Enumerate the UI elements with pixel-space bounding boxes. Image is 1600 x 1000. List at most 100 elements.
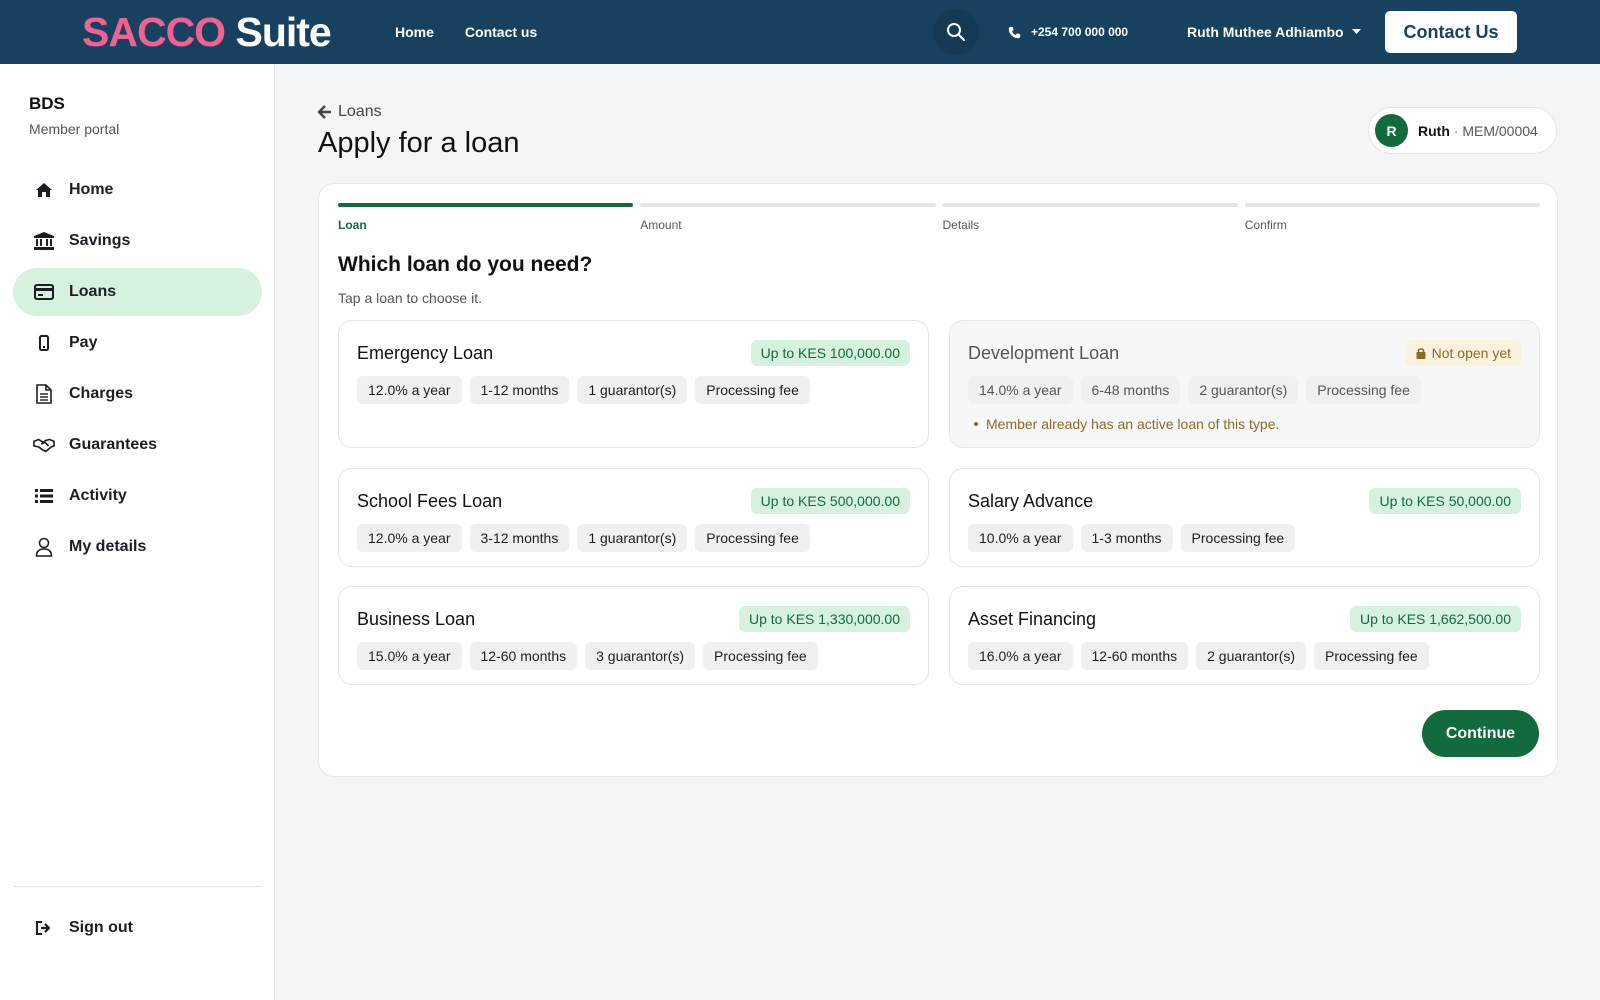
member-name: Ruth [1418, 122, 1450, 139]
arrow-left-icon [318, 105, 331, 119]
sidebar-item-loans[interactable]: Loans [13, 268, 262, 316]
list-icon [33, 485, 55, 507]
sidebar-item-charges[interactable]: Charges [13, 370, 262, 418]
loan-fee-tag: Processing fee [1314, 642, 1429, 670]
loan-guarantor-tag: 2 guarantor(s) [1196, 642, 1307, 670]
sidebar-item-sign-out[interactable]: Sign out [13, 904, 262, 952]
loan-limit-badge: Up to KES 1,662,500.00 [1350, 606, 1521, 632]
user-menu[interactable]: Ruth Muthee Adhiambo [1187, 0, 1361, 64]
section-hint: Tap a loan to choose it. [338, 290, 482, 306]
back-to-loans-link[interactable]: Loans [318, 103, 382, 121]
loan-option-asset-financing[interactable]: Asset Financing Up to KES 1,662,500.00 1… [949, 586, 1540, 685]
loan-option-emergency[interactable]: Emergency Loan Up to KES 100,000.00 12.0… [338, 320, 929, 448]
step-label: Details [942, 218, 980, 232]
top-nav: Home Contact us [395, 0, 537, 64]
back-link-label: Loans [338, 103, 382, 120]
loan-option-school-fees[interactable]: School Fees Loan Up to KES 500,000.00 12… [338, 468, 929, 567]
section-question: Which loan do you need? [338, 253, 593, 276]
loan-fee-tag: Processing fee [1306, 376, 1421, 404]
search-icon [947, 23, 965, 41]
loan-status-text: Not open yet [1431, 345, 1511, 361]
step-progress-bar [1244, 203, 1540, 207]
member-separator: · [1453, 122, 1459, 139]
step-loan: Loan [338, 203, 634, 232]
step-label: Amount [640, 218, 682, 232]
member-id: MEM/00004 [1462, 122, 1538, 139]
step-label: Loan [338, 218, 367, 232]
loan-term-tag: 12-60 months [469, 642, 578, 670]
caret-down-icon [1351, 29, 1361, 34]
loan-guarantor-tag: 1 guarantor(s) [577, 524, 688, 552]
loan-note-text: Member already has an active loan of thi… [986, 416, 1280, 432]
loan-rate-tag: 14.0% a year [968, 376, 1073, 404]
step-details: Details [942, 203, 1238, 232]
loan-name: Business Loan [357, 608, 476, 629]
loan-guarantor-tag: 2 guarantor(s) [1188, 376, 1299, 404]
wizard-steps: Loan Amount Details Confirm [338, 203, 1540, 232]
search-button[interactable] [933, 9, 979, 55]
loan-name: Asset Financing [968, 608, 1097, 629]
sidebar-item-label: Activity [69, 487, 127, 504]
sidebar-item-savings[interactable]: Savings [13, 217, 262, 265]
step-progress-bar [640, 203, 936, 207]
page-title: Apply for a loan [318, 127, 520, 159]
top-bar: SACCO Suite Home Contact us +254 700 000… [0, 0, 1600, 64]
brand-logo-part2: Suite [235, 9, 331, 55]
sidebar-item-label: Pay [69, 334, 98, 351]
loan-term-tag: 3-12 months [469, 524, 570, 552]
sidebar-item-activity[interactable]: Activity [13, 472, 262, 520]
loan-rate-tag: 15.0% a year [357, 642, 462, 670]
user-name: Ruth Muthee Adhiambo [1187, 24, 1344, 40]
phone-icon [1008, 26, 1021, 38]
sidebar-item-label: Guarantees [69, 436, 158, 453]
step-progress-bar [338, 203, 634, 207]
brand-logo-part1: SACCO [82, 9, 226, 55]
phone-text: +254 700 000 000 [1031, 25, 1129, 39]
side-nav: Home Savings Loans Pay Charges Guarantee… [13, 166, 262, 574]
brand-logo[interactable]: SACCO Suite [82, 8, 332, 56]
step-progress-bar [942, 203, 1238, 207]
member-chip: R Ruth · MEM/00004 [1368, 107, 1557, 154]
loan-name: Salary Advance [968, 490, 1094, 511]
step-confirm: Confirm [1244, 203, 1540, 232]
nav-contact-link[interactable]: Contact us [465, 24, 537, 40]
loan-option-salary-advance[interactable]: Salary Advance Up to KES 50,000.00 10.0%… [949, 468, 1540, 567]
loan-fee-tag: Processing fee [695, 376, 810, 404]
loan-rate-tag: 16.0% a year [968, 642, 1073, 670]
avatar: R [1375, 114, 1408, 147]
phone-number[interactable]: +254 700 000 000 [1008, 0, 1128, 64]
loan-option-business[interactable]: Business Loan Up to KES 1,330,000.00 15.… [338, 586, 929, 685]
sidebar-item-pay[interactable]: Pay [13, 319, 262, 367]
sidebar-divider [13, 886, 262, 887]
continue-button[interactable]: Continue [1422, 710, 1539, 757]
loan-ineligibility-note: Member already has an active loan of thi… [968, 416, 1521, 432]
loan-term-tag: 1-12 months [469, 376, 570, 404]
loan-fee-tag: Processing fee [695, 524, 810, 552]
sidebar-item-my-details[interactable]: My details [13, 523, 262, 571]
org-name: BDS [29, 94, 65, 113]
sign-out-label: Sign out [69, 919, 133, 936]
step-label: Confirm [1244, 218, 1287, 232]
lock-icon [1416, 348, 1426, 359]
user-icon [33, 536, 55, 558]
loan-rate-tag: 12.0% a year [357, 376, 462, 404]
loan-limit-badge: Up to KES 50,000.00 [1369, 488, 1521, 514]
nav-home-link[interactable]: Home [395, 24, 434, 40]
sidebar-item-label: Home [69, 181, 114, 198]
loan-rate-tag: 10.0% a year [968, 524, 1073, 552]
credit-card-icon [33, 281, 55, 303]
loan-application-card: Loan Amount Details Confirm Which loan d… [318, 183, 1558, 777]
loan-limit-badge: Up to KES 100,000.00 [750, 340, 910, 366]
loan-fee-tag: Processing fee [703, 642, 818, 670]
sidebar-item-guarantees[interactable]: Guarantees [13, 421, 262, 469]
sidebar-item-label: My details [69, 538, 147, 555]
sidebar-item-home[interactable]: Home [13, 166, 262, 214]
loan-status-badge: Not open yet [1405, 340, 1521, 366]
loan-option-development: Development Loan Not open yet 14.0% a ye… [949, 320, 1540, 448]
home-icon [33, 179, 55, 201]
document-icon [33, 383, 55, 405]
loan-term-tag: 6-48 months [1080, 376, 1181, 404]
contact-us-button[interactable]: Contact Us [1385, 11, 1517, 53]
sign-out-button[interactable]: Sign out [13, 904, 262, 955]
org-subtitle: Member portal [29, 121, 120, 137]
